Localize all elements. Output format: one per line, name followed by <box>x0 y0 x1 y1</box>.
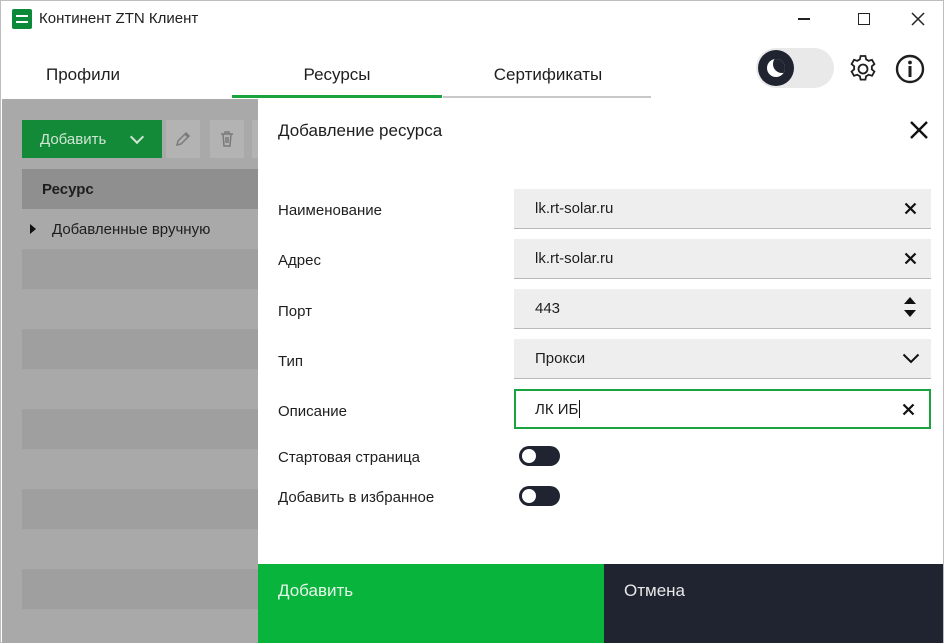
switch-knob <box>522 489 536 503</box>
description-label: Описание <box>278 403 348 420</box>
list-row-empty <box>22 409 258 449</box>
list-row-empty <box>22 569 258 609</box>
info-icon[interactable] <box>894 53 926 85</box>
type-label: Тип <box>278 353 304 370</box>
name-input[interactable]: lk.rt-solar.ru <box>514 189 931 229</box>
favorite-toggle[interactable] <box>519 486 560 506</box>
address-input[interactable]: lk.rt-solar.ru <box>514 239 931 279</box>
tab-divider <box>443 96 651 98</box>
theme-toggle-knob <box>758 50 794 86</box>
type-select[interactable]: Прокси <box>514 339 931 379</box>
pencil-icon <box>175 131 191 147</box>
tab-certificates[interactable]: Сертификаты <box>443 51 653 99</box>
window-close-button[interactable] <box>891 1 944 37</box>
expand-arrow-icon[interactable] <box>30 224 36 234</box>
trash-icon <box>221 131 233 147</box>
window-title: Континент ZTN Клиент <box>39 10 199 27</box>
title-bar: Континент ZTN Клиент <box>1 1 943 37</box>
dialog-title: Добавление ресурса <box>278 121 443 140</box>
port-label: Порт <box>278 303 313 320</box>
start-page-label: Стартовая страница <box>278 449 421 466</box>
minimize-button[interactable] <box>777 1 831 37</box>
port-spin-buttons[interactable] <box>901 297 919 317</box>
list-row-empty <box>22 329 258 369</box>
app-window: Континент ZTN Клиент Профили Ресурсы Сер… <box>0 0 944 643</box>
add-resource-button[interactable]: Добавить <box>22 120 162 158</box>
tab-profiles[interactable]: Профили <box>23 51 143 99</box>
address-label: Адрес <box>278 252 321 269</box>
resource-column-header: Ресурс <box>22 169 258 209</box>
switch-knob <box>522 449 536 463</box>
settings-gear-icon[interactable] <box>847 53 879 85</box>
chevron-down-icon <box>129 129 145 145</box>
clear-name-button[interactable] <box>901 199 919 217</box>
minimize-icon <box>798 18 810 20</box>
close-icon <box>911 12 925 26</box>
clear-description-button[interactable] <box>899 400 917 418</box>
clear-address-button[interactable] <box>901 249 919 267</box>
maximize-button[interactable] <box>837 1 891 37</box>
port-value: 443 <box>535 300 561 317</box>
moon-icon <box>767 59 785 77</box>
edit-button[interactable] <box>166 120 200 158</box>
maximize-icon <box>858 13 870 25</box>
type-dropdown-toggle[interactable] <box>901 349 921 367</box>
add-resource-label: Добавить <box>40 130 107 148</box>
resources-panel: Добавить Ресурс Добавленные вручную <box>2 99 258 643</box>
up-down-arrows-icon <box>904 297 916 317</box>
description-value: ЛК ИБ <box>535 400 579 418</box>
description-input[interactable]: ЛК ИБ <box>514 389 931 429</box>
start-page-toggle[interactable] <box>519 446 560 466</box>
name-label: Наименование <box>278 202 382 219</box>
clear-icon <box>902 403 914 415</box>
add-resource-dialog: Добавление ресурса Наименование lk.rt-so… <box>258 99 943 643</box>
clear-icon <box>904 202 916 214</box>
dialog-close-icon[interactable] <box>906 117 932 143</box>
resource-group-manual[interactable]: Добавленные вручную <box>22 209 258 249</box>
name-value: lk.rt-solar.ru <box>535 200 614 217</box>
type-value: Прокси <box>535 350 586 367</box>
clear-icon <box>904 252 916 264</box>
favorite-label: Добавить в избранное <box>278 489 435 506</box>
app-logo-icon <box>12 9 32 29</box>
port-stepper[interactable]: 443 <box>514 289 931 329</box>
address-value: lk.rt-solar.ru <box>535 250 614 267</box>
list-row-empty <box>22 249 258 289</box>
cancel-button[interactable]: Отмена <box>604 564 943 643</box>
confirm-add-button[interactable]: Добавить <box>258 564 604 643</box>
theme-toggle[interactable] <box>756 48 834 88</box>
chevron-down-icon <box>902 353 920 363</box>
resource-group-label: Добавленные вручную <box>52 220 211 238</box>
list-row-empty <box>22 489 258 529</box>
delete-button[interactable] <box>210 120 244 158</box>
tab-resources[interactable]: Ресурсы <box>232 51 442 99</box>
active-tab-indicator <box>232 95 442 98</box>
text-caret <box>579 400 581 418</box>
